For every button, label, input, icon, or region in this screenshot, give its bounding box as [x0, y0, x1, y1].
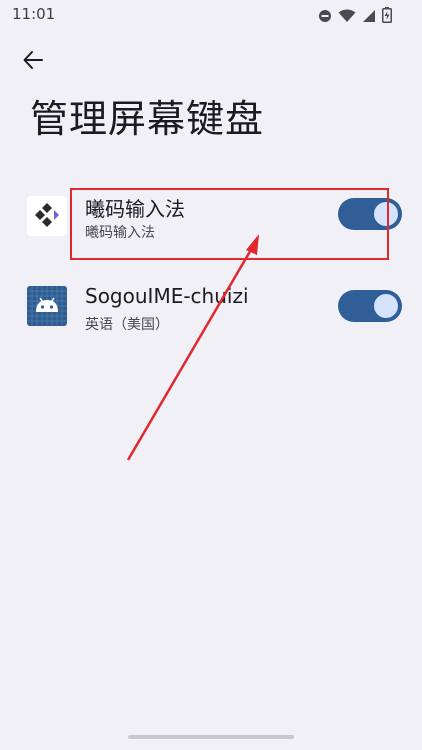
gesture-bar	[128, 735, 294, 739]
annotation-highlight-box	[70, 188, 389, 260]
back-button[interactable]	[16, 45, 50, 79]
keyboard-toggle-switch[interactable]	[338, 290, 402, 322]
keyboard-subtitle: 英语（美国）	[85, 317, 169, 333]
arrow-back-icon	[22, 49, 44, 75]
status-icons	[318, 7, 392, 27]
status-time: 11:01	[12, 5, 56, 23]
ximalaya-ime-icon	[27, 196, 67, 236]
toggle-thumb	[374, 294, 398, 318]
android-icon	[27, 286, 67, 326]
page-title: 管理屏幕键盘	[30, 97, 265, 141]
wifi-icon	[338, 8, 356, 27]
battery-charging-icon	[382, 7, 392, 27]
signal-icon	[362, 8, 376, 27]
do-not-disturb-icon	[318, 8, 332, 27]
keyboard-item-sogou[interactable]: SogouIME-chuizi 英语（美国）	[0, 268, 422, 346]
status-bar: 11:01	[0, 0, 422, 30]
keyboard-name: SogouIME-chuizi	[85, 284, 249, 308]
